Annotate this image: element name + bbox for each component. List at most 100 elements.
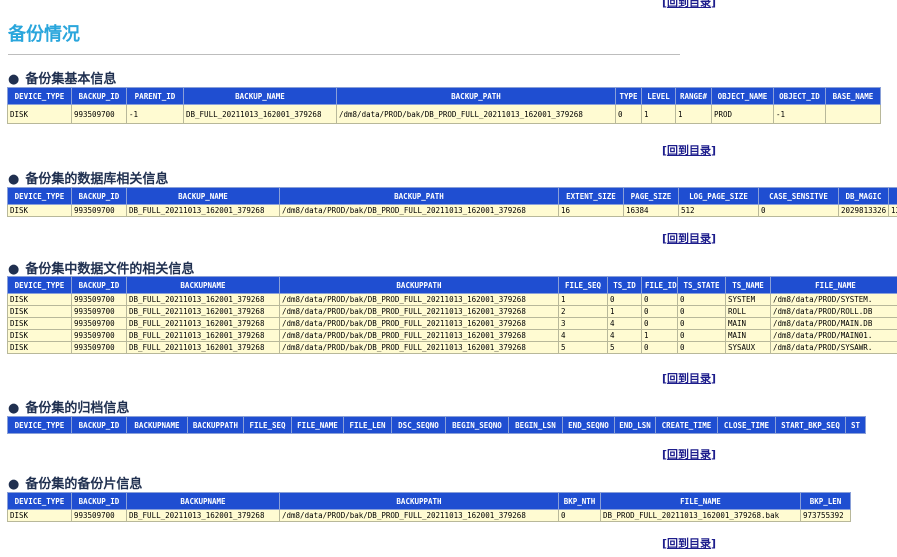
table-row: DISK 993509700 DB_FULL_20211013_162001_379… bbox=[7, 317, 897, 330]
table-cell: 3 bbox=[558, 317, 608, 330]
table-cell: 1 bbox=[641, 104, 676, 124]
table-cell: 1 bbox=[558, 293, 608, 306]
column-header: BACKUP_ID bbox=[71, 416, 127, 434]
column-header: DEVICE_TYPE bbox=[7, 187, 72, 205]
table-cell: 0 bbox=[641, 293, 678, 306]
table-cell: 1 bbox=[641, 329, 678, 342]
table-header-row: DEVICE_TYPE BACKUP_ID BACKUPNAME BACKUPPATH… bbox=[7, 416, 866, 434]
table-cell: 4 bbox=[607, 329, 642, 342]
column-header: BACKUP_ID bbox=[71, 276, 127, 294]
table-cell: 512 bbox=[678, 204, 759, 217]
table-cell: DB_FULL_20211013_162001_379268 bbox=[126, 305, 280, 318]
bullet-icon: ● bbox=[8, 72, 20, 87]
table-cell: 0 bbox=[677, 305, 726, 318]
column-header: FILE_NAME bbox=[291, 416, 344, 434]
table-cell: ROLL bbox=[725, 305, 771, 318]
table-cell bbox=[825, 104, 881, 124]
database-info-table: DEVICE_TYPE BACKUP_ID BACKUP_NAME BACKUP_PA… bbox=[7, 187, 897, 217]
back-to-toc-link-5[interactable]: [回到目录] bbox=[662, 535, 716, 551]
bullet-icon: ● bbox=[8, 477, 20, 492]
column-header: PARENT_ID bbox=[126, 87, 184, 105]
column-header: FILE_LEN bbox=[343, 416, 392, 434]
table-header-row: DEVICE_TYPE BACKUP_ID BACKUPNAME BACKUPPATH… bbox=[7, 276, 897, 294]
column-header: BEGIN_SEQNO bbox=[445, 416, 509, 434]
column-header: P bbox=[888, 187, 897, 205]
back-to-toc-link-1[interactable]: [回到目录] bbox=[662, 142, 716, 158]
column-header: BKP_NTH bbox=[558, 492, 601, 510]
column-header: BACKUP_ID bbox=[71, 187, 127, 205]
table-cell: 2029813326 bbox=[838, 204, 889, 217]
column-header: BASE_NAME bbox=[825, 87, 881, 105]
table-cell: 1 bbox=[607, 305, 642, 318]
table-cell: /dm8/data/PROD/bak/DB_PROD_FULL_20211013… bbox=[279, 317, 559, 330]
back-to-toc-link-2[interactable]: [回到目录] bbox=[662, 230, 716, 246]
table-cell: 993509700 bbox=[71, 509, 127, 522]
column-header: BACKUP_NAME bbox=[126, 187, 280, 205]
table-cell: DISK bbox=[7, 317, 72, 330]
table-cell: 0 bbox=[677, 293, 726, 306]
column-header: BACKUP_PATH bbox=[336, 87, 616, 105]
table-cell: 16 bbox=[558, 204, 624, 217]
table-cell: SYSTEM bbox=[725, 293, 771, 306]
table-cell: 2 bbox=[558, 305, 608, 318]
table-cell: DB_FULL_20211013_162001_379268 bbox=[126, 317, 280, 330]
table-cell: 973755392 bbox=[800, 509, 851, 522]
table-row: DISK 993509700 DB_FULL_20211013_162001_379… bbox=[7, 293, 897, 306]
table-cell: 0 bbox=[677, 341, 726, 354]
back-to-toc-link-4[interactable]: [回到目录] bbox=[662, 446, 716, 462]
column-header: ST bbox=[845, 416, 866, 434]
table-cell: 993509700 bbox=[71, 341, 127, 354]
pieces-table: DEVICE_TYPE BACKUP_ID BACKUPNAME BACKUPPATH… bbox=[7, 492, 897, 522]
section-title-archive: ● 备份集的归档信息 bbox=[8, 401, 130, 416]
table-cell: DB_FULL_20211013_162001_379268 bbox=[183, 104, 337, 124]
column-header: CASE_SENSITVE bbox=[758, 187, 839, 205]
column-header: OBJECT_ID bbox=[773, 87, 826, 105]
table-row: DISK 993509700 DB_FULL_20211013_162001_379… bbox=[7, 509, 851, 522]
table-cell: /dm8/data/PROD/bak/DB_PROD_FULL_20211013… bbox=[279, 305, 559, 318]
table-cell: 993509700 bbox=[71, 104, 127, 124]
table-row: DISK 993509700 DB_FULL_20211013_162001_379… bbox=[7, 204, 897, 217]
column-header: BKP_LEN bbox=[800, 492, 851, 510]
column-header: BACKUP_PATH bbox=[279, 187, 559, 205]
column-header: EXTENT_SIZE bbox=[558, 187, 624, 205]
table-cell: /dm8/data/PROD/MAIN01. bbox=[770, 329, 897, 342]
table-cell: /dm8/data/PROD/bak/DB_PROD_FULL_20211013… bbox=[279, 509, 559, 522]
table-header-row: DEVICE_TYPE BACKUP_ID BACKUP_NAME BACKUP_PA… bbox=[7, 187, 897, 205]
page-title: 备份情况 bbox=[8, 24, 80, 45]
basic-info-table: DEVICE_TYPE BACKUP_ID PARENT_ID BACKUP_NAME… bbox=[7, 87, 897, 124]
column-header: BACKUPPATH bbox=[279, 492, 559, 510]
column-header: DEVICE_TYPE bbox=[7, 492, 72, 510]
table-cell: /dm8/data/PROD/MAIN.DB bbox=[770, 317, 897, 330]
table-row: DISK 993509700 DB_FULL_20211013_162001_379… bbox=[7, 341, 897, 354]
column-header: FILE_ID bbox=[641, 276, 678, 294]
table-cell: DB_PROD_FULL_20211013_162001_379268.bak bbox=[600, 509, 801, 522]
column-header: FILE_NAME bbox=[770, 276, 897, 294]
table-cell: /dm8/data/PROD/bak/DB_PROD_FULL_20211013… bbox=[279, 204, 559, 217]
table-cell: DB_FULL_20211013_162001_379268 bbox=[126, 329, 280, 342]
column-header: FILE_SEQ bbox=[243, 416, 292, 434]
table-cell: 5 bbox=[558, 341, 608, 354]
table-cell: -1 bbox=[773, 104, 826, 124]
table-cell: 993509700 bbox=[71, 293, 127, 306]
section-title-database: ● 备份集的数据库相关信息 bbox=[8, 172, 169, 187]
column-header: FILE_SEQ bbox=[558, 276, 608, 294]
column-header: DEVICE_TYPE bbox=[7, 276, 72, 294]
bullet-icon: ● bbox=[8, 172, 20, 187]
archive-table: DEVICE_TYPE BACKUP_ID BACKUPNAME BACKUPPATH… bbox=[7, 416, 897, 434]
column-header: BACKUP_ID bbox=[71, 87, 127, 105]
table-cell: /dm8/data/PROD/ROLL.DB bbox=[770, 305, 897, 318]
back-to-toc-link-3[interactable]: [回到目录] bbox=[662, 370, 716, 386]
column-header: CREATE_TIME bbox=[655, 416, 718, 434]
table-cell: MAIN bbox=[725, 317, 771, 330]
column-header: LEVEL bbox=[641, 87, 676, 105]
column-header: TS_ID bbox=[607, 276, 642, 294]
table-cell: /dm8/data/PROD/bak/DB_PROD_FULL_20211013… bbox=[336, 104, 616, 124]
column-header: BACKUPNAME bbox=[126, 416, 188, 434]
bullet-icon: ● bbox=[8, 401, 20, 416]
bullet-icon: ● bbox=[8, 262, 20, 277]
section-title-datafiles: ● 备份集中数据文件的相关信息 bbox=[8, 262, 195, 277]
title-divider bbox=[8, 54, 680, 55]
column-header: TS_STATE bbox=[677, 276, 726, 294]
table-cell: DB_FULL_20211013_162001_379268 bbox=[126, 204, 280, 217]
back-to-toc-link-top[interactable]: [回到目录] bbox=[662, 0, 716, 10]
